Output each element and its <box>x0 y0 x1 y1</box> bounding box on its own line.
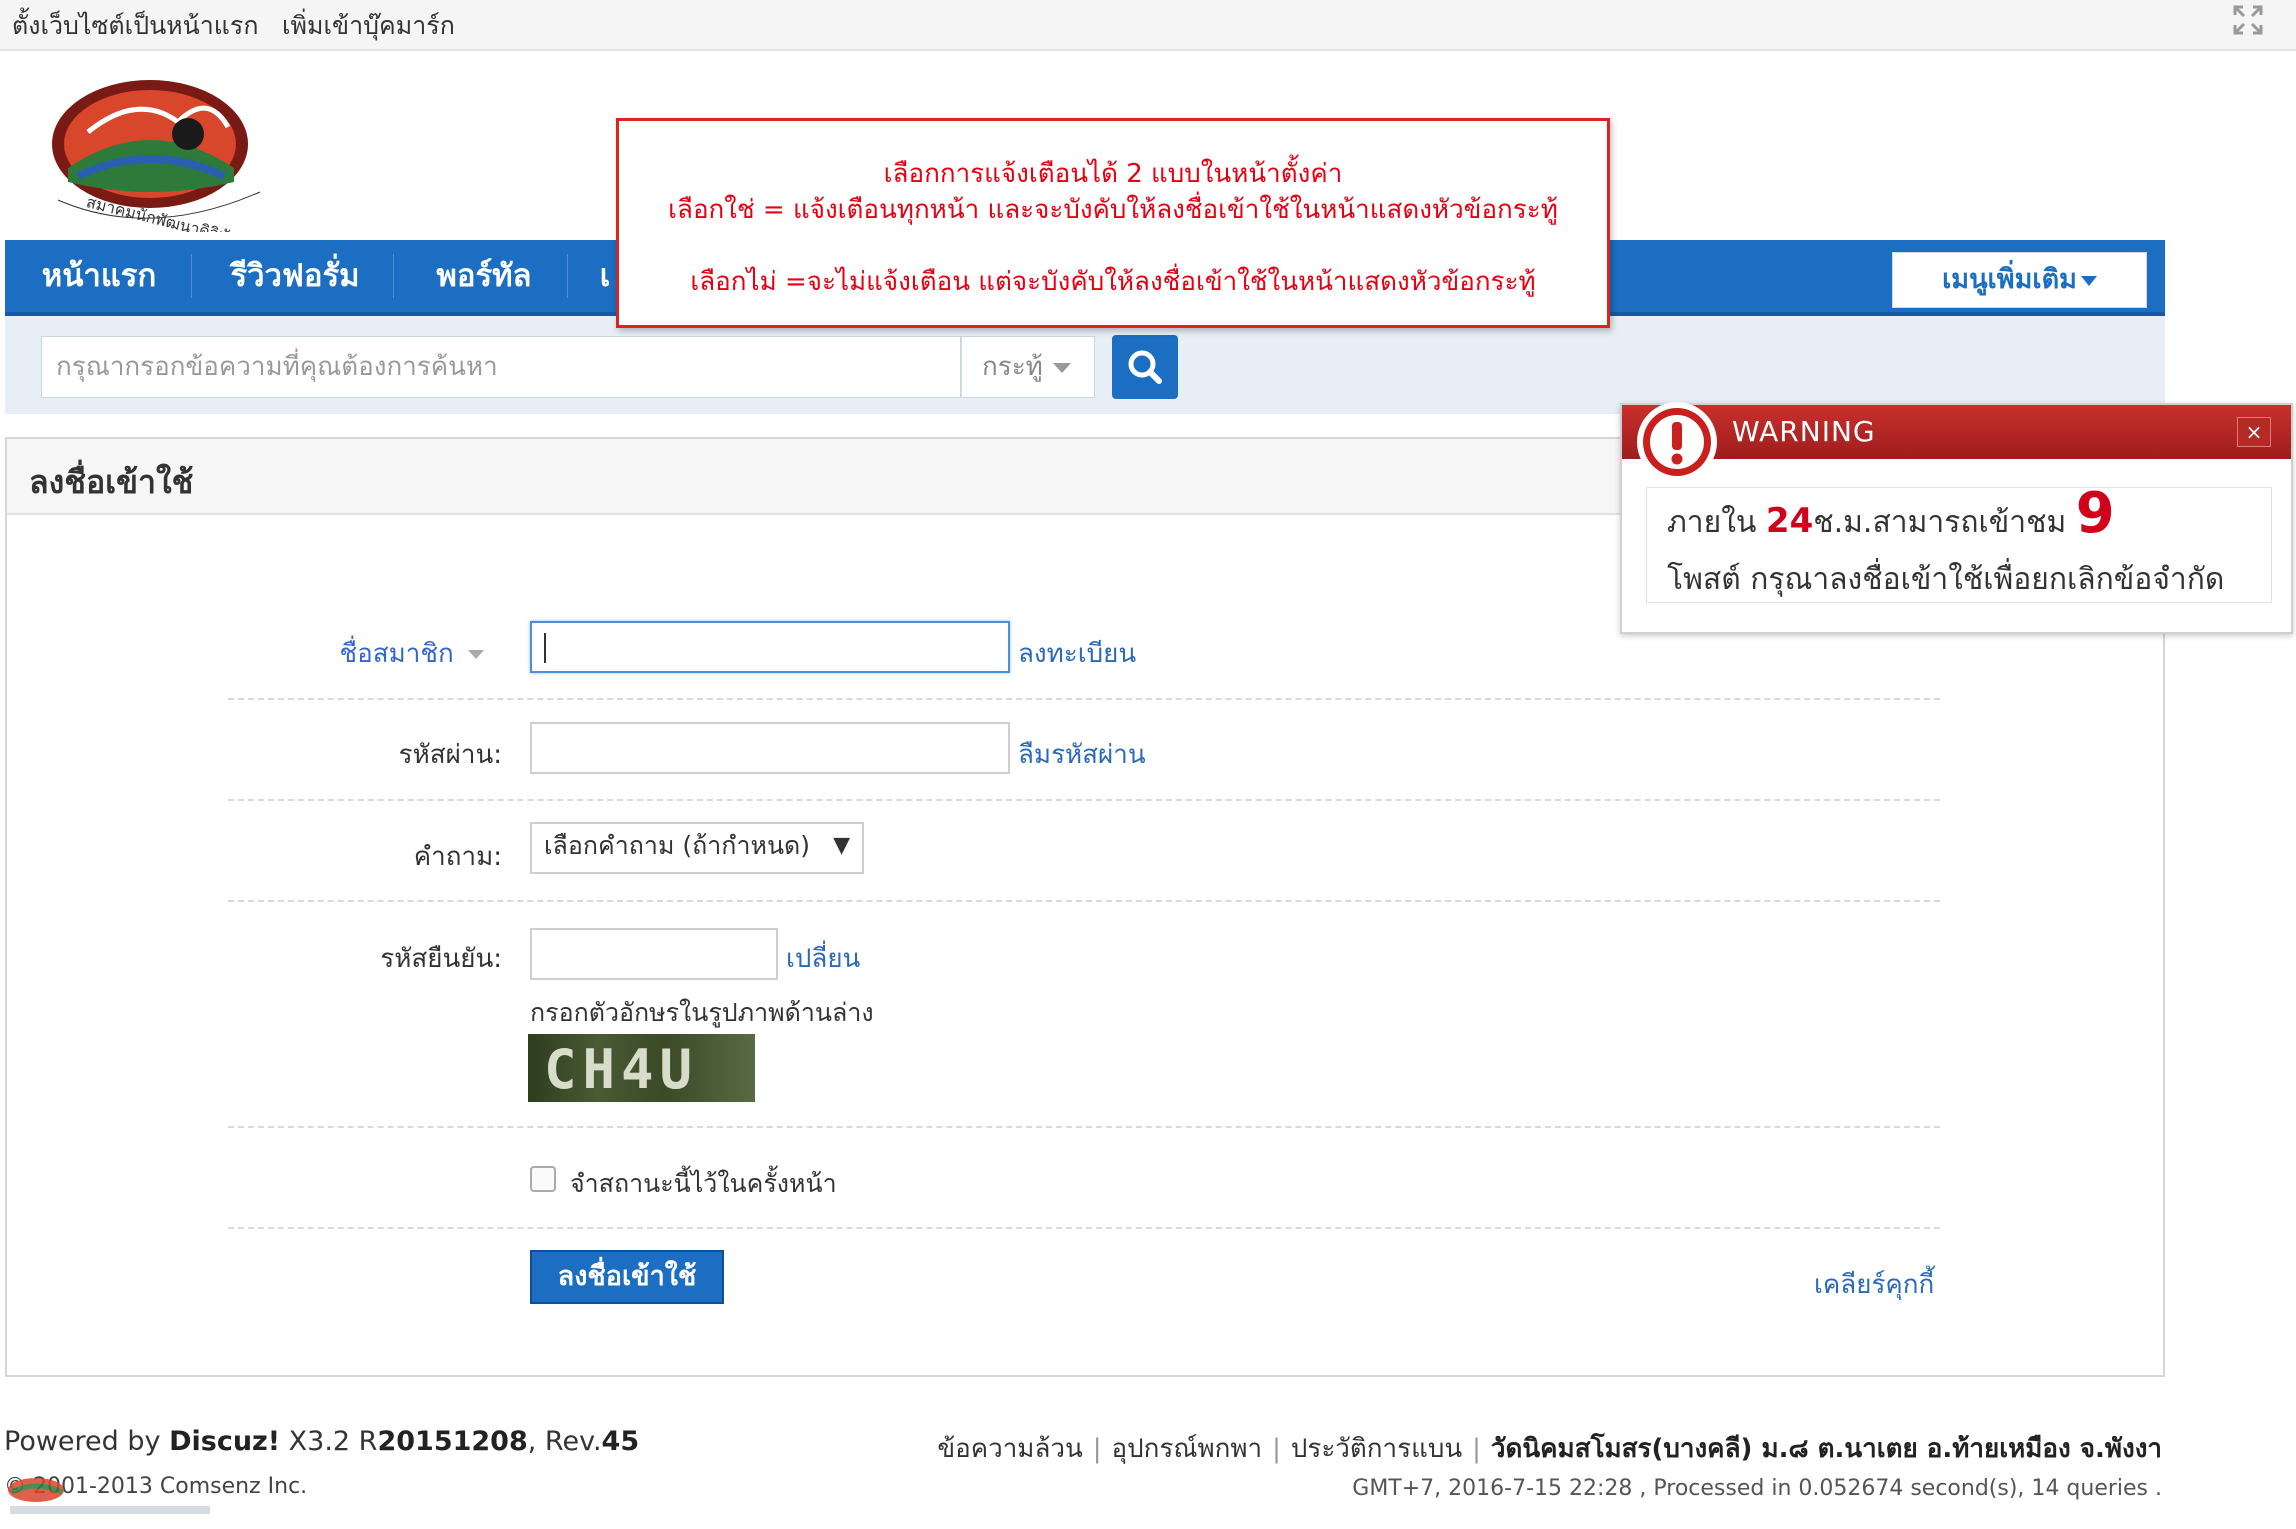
fullscreen-icon[interactable] <box>2232 4 2264 36</box>
footer-logo[interactable] <box>4 1476 214 1520</box>
search-input[interactable]: กรุณากรอกข้อความที่คุณต้องการค้นหา <box>41 336 961 398</box>
annotation-line-2: เลือกใช่ = แจ้งเตือนทุกหน้า และจะบังคับใ… <box>668 195 1558 225</box>
dropdown-arrow-icon: ▼ <box>833 833 850 858</box>
warning-message: ภายใน 24ช.ม.สามารถเข้าชม 9 โพสต์ กรุณาลง… <box>1646 486 2272 603</box>
caret-down-icon <box>468 650 484 659</box>
exclamation-icon <box>1637 402 1717 482</box>
annotation-box: เลือกการแจ้งเตือนได้ 2 แบบในหน้าตั้งค่า … <box>616 118 1610 328</box>
warning-dialog: WARNING × ภายใน 24ช.ม.สามารถเข้าชม 9 โพส… <box>1620 402 2293 634</box>
register-link[interactable]: ลงทะเบียน <box>1018 633 1136 674</box>
warning-text: ช.ม.สามารถเข้าชม <box>1813 505 2076 540</box>
search-bar: กรุณากรอกข้อความที่คุณต้องการค้นหา กระทู… <box>5 316 2165 414</box>
warning-header: WARNING × <box>1622 405 2291 459</box>
footer-separator: | <box>1472 1434 1481 1464</box>
nav-separator <box>191 254 192 298</box>
login-submit-button[interactable]: ลงชื่อเข้าใช้ <box>530 1250 724 1304</box>
footer-link-ban-history[interactable]: ประวัติการแบน <box>1291 1434 1462 1464</box>
divider <box>228 799 1940 801</box>
username-label-text: ชื่อสมาชิก <box>339 639 454 669</box>
nav-home[interactable]: หน้าแรก <box>19 240 179 312</box>
annotation-line-1: เลือกการแจ้งเตือนได้ 2 แบบในหน้าตั้งค่า <box>883 159 1343 189</box>
divider <box>228 698 1940 700</box>
version-text: X3.2 R <box>280 1426 378 1457</box>
add-bookmark-link[interactable]: เพิ่มเข้าบุ๊คมาร์ก <box>282 6 455 46</box>
username-input[interactable] <box>530 621 1010 673</box>
top-bar: ตั้งเว็บไซต์เป็นหน้าแรก เพิ่มเข้าบุ๊คมาร… <box>0 0 2296 51</box>
warning-line-2: โพสต์ กรุณาลงชื่อเข้าใช้เพื่อยกเลิกข้อจำ… <box>1667 562 2225 597</box>
captcha-change-link[interactable]: เปลี่ยน <box>786 938 860 979</box>
nav-separator <box>567 254 568 298</box>
divider <box>228 900 1940 902</box>
captcha-image-text: CH4U <box>544 1038 699 1101</box>
build-number: 20151208 <box>377 1426 528 1457</box>
nav-separator <box>393 254 394 298</box>
captcha-image: CH4U <box>528 1034 755 1102</box>
warning-text: ภายใน <box>1667 505 1766 540</box>
powered-by: Powered by Discuz! X3.2 R20151208, Rev.4… <box>4 1426 639 1457</box>
warning-count: 9 <box>2075 481 2115 546</box>
powered-by-text: Powered by <box>4 1426 170 1457</box>
warning-line-1: ภายใน 24ช.ม.สามารถเข้าชม 9 <box>1667 486 2115 546</box>
security-question-value: เลือกคำถาม (ถ้ากำหนด) <box>544 831 811 860</box>
password-input[interactable] <box>530 722 1010 774</box>
divider <box>228 1227 1940 1229</box>
set-homepage-link[interactable]: ตั้งเว็บไซต์เป็นหน้าแรก <box>12 6 258 46</box>
captcha-hint: กรอกตัวอักษรในรูปภาพด้านล่าง <box>530 998 874 1027</box>
caret-down-icon <box>2080 275 2097 286</box>
warning-title: WARNING <box>1732 415 1876 448</box>
username-label[interactable]: ชื่อสมาชิก <box>184 633 484 674</box>
clear-cookie-link[interactable]: เคลียร์คุกกี้ <box>1814 1264 1934 1305</box>
text-cursor <box>544 633 546 663</box>
footer-site-name[interactable]: วัดนิคมสโมสร(บางคลี) ม.๘ ต.นาเตย อ.ท้ายเ… <box>1491 1434 2162 1464</box>
security-question-select[interactable]: เลือกคำถาม (ถ้ากำหนด) ▼ <box>530 822 864 874</box>
product-link[interactable]: Discuz! <box>169 1426 280 1457</box>
annotation-line-3: เลือกไม่ =จะไม่แจ้งเตือน แต่จะบังคับให้ล… <box>690 267 1536 297</box>
close-icon[interactable]: × <box>2237 417 2271 447</box>
captcha-label: รหัสยืนยัน: <box>380 944 502 974</box>
remember-label: จำสถานะนี้ไว้ในครั้งหน้า <box>570 1169 837 1198</box>
footer-separator: | <box>1272 1434 1281 1464</box>
more-menu-label: เมนูเพิ่มเติม <box>1942 264 2077 295</box>
footer-link-text-only[interactable]: ข้อความล้วน <box>937 1434 1082 1464</box>
warning-hours: 24 <box>1765 501 1814 541</box>
footer-link-mobile[interactable]: อุปกรณ์พกพา <box>1112 1434 1263 1464</box>
nav-review-forum[interactable]: รีวิวฟอรั่ม <box>205 240 385 312</box>
search-icon <box>1128 350 1162 384</box>
remember-checkbox[interactable] <box>530 1166 556 1192</box>
site-logo[interactable]: สมาคมนักพัฒนาดิจิทัล <box>28 72 278 232</box>
forgot-password-link[interactable]: ลืมรหัสผ่าน <box>1018 734 1146 775</box>
caret-down-icon <box>1052 362 1071 373</box>
password-label: รหัสผ่าน: <box>398 740 502 770</box>
question-label: คำถาม: <box>413 842 502 872</box>
more-menu-button[interactable]: เมนูเพิ่มเติม <box>1892 252 2147 308</box>
nav-portal[interactable]: พอร์ทัล <box>409 240 559 312</box>
search-type-select[interactable]: กระทู้ <box>961 336 1095 398</box>
captcha-input[interactable] <box>530 928 778 980</box>
rev-number: 45 <box>601 1426 640 1457</box>
page-title: ลงชื่อเข้าใช้ <box>29 463 194 501</box>
search-button[interactable] <box>1112 335 1178 399</box>
footer-separator: | <box>1092 1434 1102 1464</box>
server-stats: GMT+7, 2016-7-15 22:28 , Processed in 0.… <box>1352 1476 2162 1501</box>
rev-text: , Rev. <box>527 1426 602 1457</box>
footer-links: ข้อความล้วน | อุปกรณ์พกพา | ประวัติการแบน | วั… <box>937 1428 2162 1469</box>
search-type-label: กระทู้ <box>982 352 1043 382</box>
divider <box>228 1126 1940 1128</box>
